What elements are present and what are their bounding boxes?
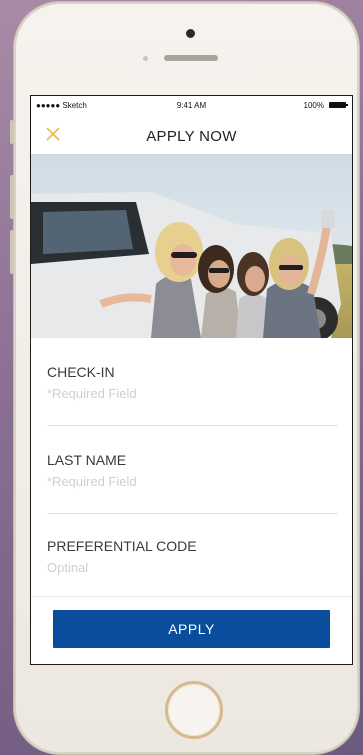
last-name-input[interactable]: *Required Field bbox=[47, 474, 137, 489]
footer-bar: APPLY bbox=[31, 596, 352, 664]
app-screen: ●●●●● Sketch 9:41 AM 100% APPLY NOW CHEC… bbox=[30, 95, 353, 665]
earpiece-speaker bbox=[164, 55, 218, 61]
preferential-code-field[interactable]: PREFERENTIAL CODE Optinal bbox=[31, 514, 352, 596]
page-title: APPLY NOW bbox=[146, 128, 237, 145]
check-in-input[interactable]: *Required Field bbox=[47, 386, 137, 401]
last-name-label: LAST NAME bbox=[47, 452, 127, 468]
battery-icon bbox=[329, 102, 348, 108]
preferential-code-label: PREFERENTIAL CODE bbox=[47, 538, 197, 554]
volume-down-button bbox=[10, 230, 14, 274]
hero-image bbox=[31, 154, 352, 338]
volume-up-button bbox=[10, 175, 14, 219]
apply-button[interactable]: APPLY bbox=[53, 610, 330, 648]
proximity-sensor bbox=[143, 56, 148, 61]
front-camera bbox=[186, 29, 195, 38]
battery-percent: 100% bbox=[303, 101, 324, 110]
preferential-code-input[interactable]: Optinal bbox=[47, 560, 88, 575]
status-bar: ●●●●● Sketch 9:41 AM 100% bbox=[31, 96, 352, 116]
home-button[interactable] bbox=[165, 681, 223, 739]
check-in-field[interactable]: CHECK-IN *Required Field bbox=[31, 338, 352, 426]
check-in-label: CHECK-IN bbox=[47, 364, 115, 380]
last-name-field[interactable]: LAST NAME *Required Field bbox=[31, 426, 352, 514]
mute-switch bbox=[10, 120, 14, 144]
